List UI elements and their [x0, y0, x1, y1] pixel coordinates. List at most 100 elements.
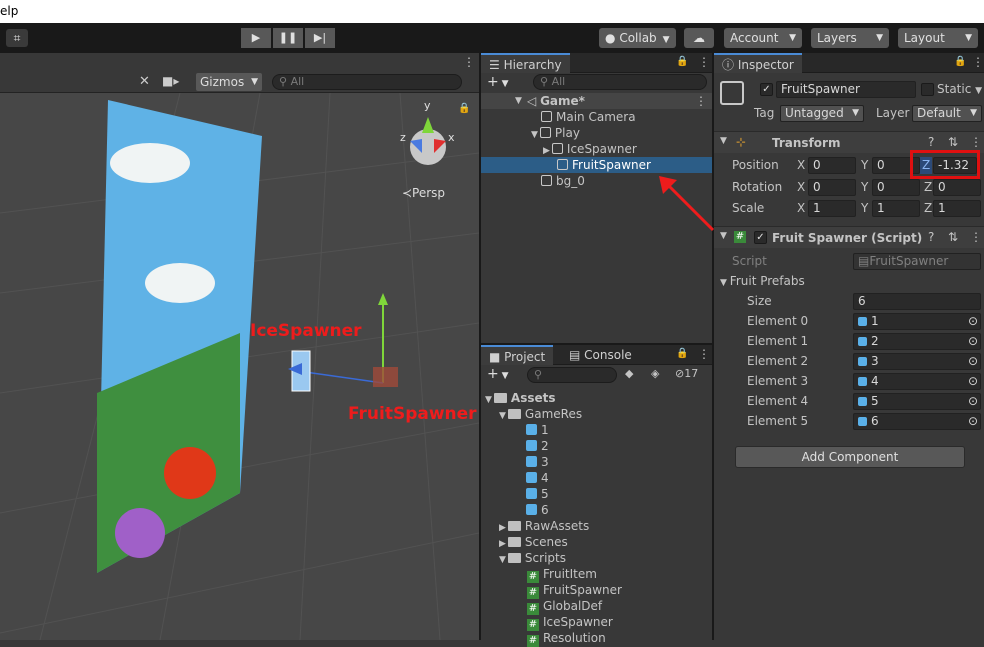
more-menu-icon[interactable]: ⋮: [698, 55, 710, 69]
hidden-count-badge[interactable]: ⊘17: [675, 367, 698, 380]
more-menu-icon[interactable]: ⋮: [970, 230, 982, 244]
collapse-arrow-icon[interactable]: ▼: [499, 411, 506, 421]
collapse-arrow-icon[interactable]: ▼: [720, 231, 727, 241]
scene-view[interactable]: y x z 🔒 ≺Persp IceSpawner FruitSpawner: [0, 93, 479, 640]
object-picker-icon[interactable]: ⊙: [968, 374, 978, 389]
axis-y-label[interactable]: Y: [861, 179, 868, 196]
hierarchy-item[interactable]: ▼ Play: [531, 125, 580, 141]
camera-icon[interactable]: ■▸: [162, 74, 179, 88]
project-item[interactable]: 1: [526, 422, 549, 438]
scene-search-input[interactable]: ⚲ All: [272, 74, 462, 90]
create-dropdown[interactable]: + ▼: [487, 366, 509, 382]
lock-icon[interactable]: 🔒: [954, 56, 966, 67]
filter-type-icon[interactable]: ◆: [625, 367, 633, 380]
add-component-button[interactable]: Add Component: [735, 446, 965, 468]
object-picker-icon[interactable]: ⊙: [968, 414, 978, 429]
collapse-arrow-icon[interactable]: ▼: [515, 93, 522, 109]
project-item[interactable]: ▶ RawAssets: [499, 518, 589, 534]
fruit-prefabs-foldout[interactable]: ▼ Fruit Prefabs: [720, 273, 805, 290]
active-checkbox[interactable]: ✓: [760, 83, 773, 96]
create-dropdown[interactable]: + ▼: [487, 74, 509, 90]
layout-dropdown[interactable]: Layout ▼: [898, 28, 978, 48]
help-icon[interactable]: ?: [928, 230, 934, 244]
element-field[interactable]: 3 ⊙: [853, 353, 981, 370]
filter-label-icon[interactable]: ◈: [651, 367, 659, 380]
project-item[interactable]: # Resolution: [527, 630, 606, 647]
gameobject-large-icon[interactable]: [720, 81, 744, 105]
axis-z-label[interactable]: Z: [924, 200, 932, 217]
rotation-x-field[interactable]: 0: [808, 179, 856, 196]
hierarchy-item[interactable]: Main Camera: [541, 109, 636, 125]
more-menu-icon[interactable]: ⋮: [463, 55, 475, 69]
axis-x-label[interactable]: X: [797, 179, 805, 196]
gizmos-dropdown[interactable]: Gizmos ▼: [196, 73, 262, 91]
lock-icon[interactable]: 🔒: [676, 348, 688, 359]
help-icon[interactable]: ?: [928, 135, 934, 149]
orientation-gizmo[interactable]: [410, 117, 446, 165]
object-name-field[interactable]: FruitSpawner: [776, 81, 916, 98]
axis-z-label[interactable]: Z: [920, 157, 933, 174]
position-z-field[interactable]: -1.32: [933, 157, 977, 174]
tab-hierarchy[interactable]: ☰ Hierarchy: [481, 53, 570, 73]
collapse-arrow-icon[interactable]: ▼: [485, 395, 492, 405]
expand-arrow-icon[interactable]: ▶: [499, 523, 506, 533]
static-dropdown[interactable]: Static ▼: [937, 81, 982, 98]
collapse-arrow-icon[interactable]: ▼: [720, 136, 727, 146]
menu-help[interactable]: elp: [0, 4, 18, 18]
grid-snap-icon[interactable]: ⌗: [6, 29, 28, 47]
object-picker-icon[interactable]: ⊙: [968, 314, 978, 329]
account-dropdown[interactable]: Account ▼: [724, 28, 802, 48]
collapse-arrow-icon[interactable]: ▼: [499, 555, 506, 565]
project-item[interactable]: ▼ Scripts: [499, 550, 566, 566]
component-enabled-checkbox[interactable]: ✓: [754, 231, 767, 244]
rotation-z-field[interactable]: 0: [933, 179, 981, 196]
position-x-field[interactable]: 0: [808, 157, 856, 174]
project-item[interactable]: 5: [526, 486, 549, 502]
scale-x-field[interactable]: 1: [808, 200, 856, 217]
layers-dropdown[interactable]: Layers ▼: [811, 28, 889, 48]
project-item[interactable]: 2: [526, 438, 549, 454]
project-item[interactable]: # FruitItem: [527, 566, 597, 583]
project-item[interactable]: # IceSpawner: [527, 614, 613, 631]
project-item[interactable]: ▼ GameRes: [499, 406, 582, 422]
axis-z-label[interactable]: Z: [924, 179, 932, 196]
settings-icon[interactable]: ⇅: [948, 135, 958, 149]
project-item[interactable]: ▼ Assets: [485, 390, 556, 406]
scene-canvas[interactable]: [0, 93, 479, 640]
rotation-y-field[interactable]: 0: [872, 179, 920, 196]
collapse-arrow-icon[interactable]: ▼: [531, 130, 538, 140]
play-button[interactable]: ▶: [241, 28, 271, 48]
layer-dropdown[interactable]: Default ▼: [912, 105, 982, 122]
hierarchy-search-input[interactable]: ⚲ All: [533, 74, 707, 90]
hierarchy-scene-row[interactable]: ▼ ◁ Game* ⋮: [481, 93, 712, 109]
project-item[interactable]: # FruitSpawner: [527, 582, 622, 599]
step-button[interactable]: ▶|: [305, 28, 335, 48]
more-menu-icon[interactable]: ⋮: [972, 55, 984, 69]
pause-button[interactable]: ❚❚: [273, 28, 303, 48]
tag-dropdown[interactable]: Untagged ▼: [780, 105, 864, 122]
expand-arrow-icon[interactable]: ▶: [499, 539, 506, 549]
element-field[interactable]: 6 ⊙: [853, 413, 981, 430]
lock-icon[interactable]: 🔒: [458, 103, 470, 114]
axis-y-label[interactable]: Y: [861, 157, 868, 174]
more-menu-icon[interactable]: ⋮: [698, 347, 710, 361]
tab-project[interactable]: ■ Project: [481, 345, 554, 365]
tab-inspector[interactable]: ⓘ Inspector: [714, 53, 802, 73]
size-field[interactable]: 6: [853, 293, 981, 310]
persp-label[interactable]: ≺Persp: [402, 186, 445, 200]
object-picker-icon[interactable]: ⊙: [968, 394, 978, 409]
hierarchy-item[interactable]: bg_0: [541, 173, 585, 189]
project-search-input[interactable]: ⚲: [527, 367, 617, 383]
tab-console[interactable]: ▤ Console: [561, 345, 640, 365]
project-item[interactable]: # GlobalDef: [527, 598, 602, 615]
project-item[interactable]: 4: [526, 470, 549, 486]
scale-z-field[interactable]: 1: [933, 200, 981, 217]
element-field[interactable]: 1 ⊙: [853, 313, 981, 330]
static-checkbox[interactable]: [921, 83, 934, 96]
object-picker-icon[interactable]: ⊙: [968, 334, 978, 349]
axis-y-label[interactable]: Y: [861, 200, 868, 217]
object-picker-icon[interactable]: ⊙: [968, 354, 978, 369]
axis-x-label[interactable]: X: [797, 200, 805, 217]
settings-icon[interactable]: ⇅: [948, 230, 958, 244]
element-field[interactable]: 2 ⊙: [853, 333, 981, 350]
